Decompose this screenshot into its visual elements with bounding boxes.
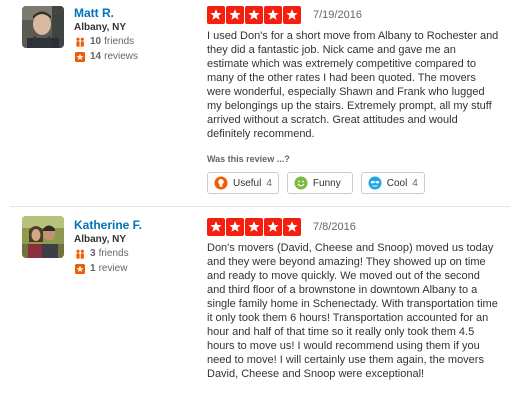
star-badge-icon xyxy=(75,263,85,274)
review-count-label: reviews xyxy=(104,51,139,62)
vote-buttons: Useful 4 Funny Cool 4 xyxy=(207,172,425,194)
star-icon xyxy=(226,6,244,24)
star-icon xyxy=(226,218,244,236)
review-item: Katherine F. Albany, NY 3 friends 1 revi… xyxy=(0,207,510,404)
reviews-list: Matt R. Albany, NY 10 friends 14 reviews xyxy=(0,0,510,404)
review-date: 7/19/2016 xyxy=(313,9,362,21)
user-name[interactable]: Katherine F. xyxy=(74,218,142,232)
user-photo xyxy=(22,216,64,258)
friends-count-value: 3 xyxy=(90,248,96,259)
review-date: 7/8/2016 xyxy=(313,221,356,233)
review-text: Don's movers (David, Cheese and Snoop) m… xyxy=(207,242,498,380)
review-count: 1 review xyxy=(75,262,127,275)
review-count: 14 reviews xyxy=(75,50,138,63)
useful-count: 4 xyxy=(266,177,272,189)
funny-button[interactable]: Funny xyxy=(286,172,353,194)
review-count-label: review xyxy=(98,263,128,274)
star-rating xyxy=(207,6,301,24)
smiley-icon xyxy=(294,176,308,190)
star-icon xyxy=(283,6,301,24)
user-location: Albany, NY xyxy=(74,234,127,245)
friends-icon xyxy=(76,249,84,259)
star-icon xyxy=(245,218,263,236)
friends-icon xyxy=(76,37,84,47)
user-name[interactable]: Matt R. xyxy=(74,6,114,20)
user-photo xyxy=(22,6,64,48)
useful-button[interactable]: Useful 4 xyxy=(207,172,279,194)
star-badge-icon xyxy=(75,51,85,62)
star-icon xyxy=(207,6,225,24)
useful-label: Useful xyxy=(233,177,262,189)
lightbulb-icon xyxy=(214,176,228,190)
star-icon xyxy=(264,218,282,236)
funny-label: Funny xyxy=(312,177,341,189)
star-rating xyxy=(207,218,301,236)
friends-count: 10 friends xyxy=(75,35,134,48)
star-icon xyxy=(245,6,263,24)
friends-count-value: 10 xyxy=(90,36,102,47)
helpful-prompt: Was this review ...? xyxy=(207,154,290,164)
friends-count: 3 friends xyxy=(75,247,129,260)
star-icon xyxy=(207,218,225,236)
user-location: Albany, NY xyxy=(74,22,127,33)
review-item: Matt R. Albany, NY 10 friends 14 reviews xyxy=(0,0,510,206)
avatar[interactable] xyxy=(22,6,64,48)
review-count-value: 14 xyxy=(90,51,102,62)
friends-count-label: friends xyxy=(98,248,129,259)
sunglasses-icon xyxy=(368,176,382,190)
review-text: I used Don's for a short move from Alban… xyxy=(207,30,499,140)
friends-count-label: friends xyxy=(104,36,135,47)
star-icon xyxy=(283,218,301,236)
avatar[interactable] xyxy=(22,216,64,258)
star-icon xyxy=(264,6,282,24)
review-count-value: 1 xyxy=(90,263,96,274)
cool-count: 4 xyxy=(412,177,418,189)
cool-label: Cool xyxy=(386,177,408,189)
cool-button[interactable]: Cool 4 xyxy=(360,172,425,194)
